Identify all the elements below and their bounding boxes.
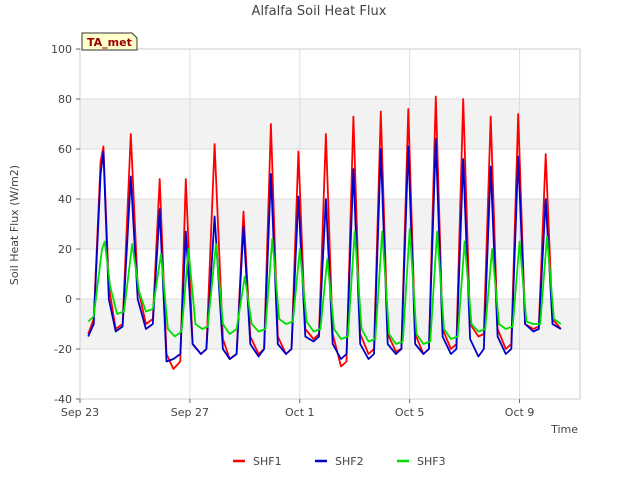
legend-label-shf1: SHF1 xyxy=(253,455,282,468)
y-tick-label: -20 xyxy=(54,343,72,356)
x-tick-label: Oct 9 xyxy=(505,406,535,419)
x-tick-label: Sep 23 xyxy=(61,406,99,419)
ta-met-badge: TA_met xyxy=(81,32,138,51)
plot-band xyxy=(80,149,580,199)
legend-label-shf3: SHF3 xyxy=(417,455,446,468)
x-axis-ticks: Sep 23 Sep 27 Oct 1 Oct 5 Oct 9 xyxy=(61,399,534,419)
plot-band xyxy=(80,299,580,349)
y-axis-ticks: -40 -20 0 20 40 60 80 100 xyxy=(51,43,80,406)
x-axis-label: Time xyxy=(550,423,578,436)
y-tick-label: 80 xyxy=(58,93,72,106)
legend-label-shf2: SHF2 xyxy=(335,455,364,468)
legend: SHF1 SHF2 SHF3 xyxy=(233,455,446,468)
chart-title: Alfalfa Soil Heat Flux xyxy=(252,4,387,19)
x-tick-label: Oct 5 xyxy=(395,406,425,419)
y-tick-label: -40 xyxy=(54,393,72,406)
plot-band xyxy=(80,99,580,149)
y-tick-label: 20 xyxy=(58,243,72,256)
soil-heat-flux-chart: Alfalfa Soil Heat Flux -40 -20 0 20 40 60 80 10… xyxy=(8,4,581,468)
plot-band xyxy=(80,349,580,399)
y-tick-label: 40 xyxy=(58,193,72,206)
x-tick-label: Oct 1 xyxy=(285,406,315,419)
plot-band xyxy=(80,49,580,99)
y-tick-label: 100 xyxy=(51,43,72,56)
badge-label: TA_met xyxy=(87,36,132,49)
x-tick-label: Sep 27 xyxy=(171,406,209,419)
y-axis-label: Soil Heat Flux (W/m2) xyxy=(8,165,21,285)
y-tick-label: 0 xyxy=(65,293,72,306)
y-tick-label: 60 xyxy=(58,143,72,156)
